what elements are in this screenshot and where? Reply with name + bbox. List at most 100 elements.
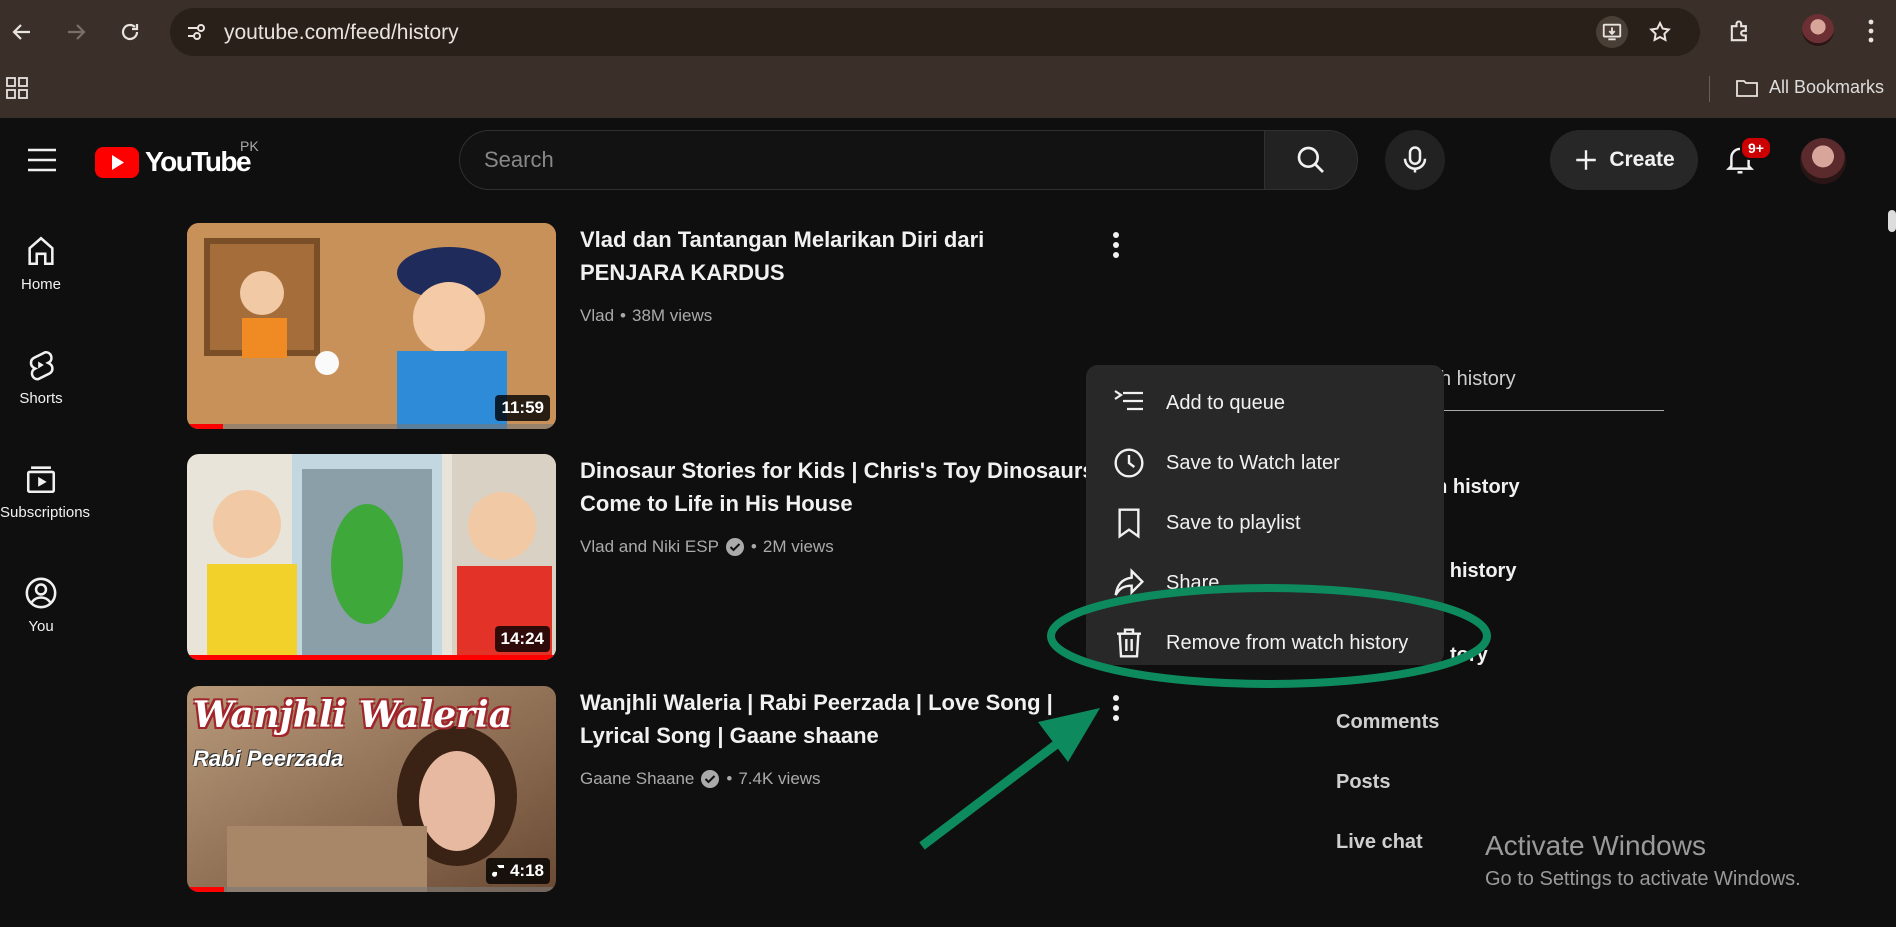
- hamburger-menu-icon[interactable]: [28, 148, 56, 172]
- menu-item-share[interactable]: Share: [1086, 553, 1444, 613]
- watch-progress-track: [187, 424, 556, 429]
- youtube-play-logo-icon: [95, 146, 139, 178]
- search-input[interactable]: [460, 131, 1265, 189]
- reload-button[interactable]: [112, 14, 148, 50]
- browser-profile-avatar[interactable]: [1802, 14, 1834, 46]
- account-avatar[interactable]: [1800, 138, 1846, 184]
- forward-arrow-icon: [68, 24, 86, 40]
- sidebar-item-you[interactable]: You: [0, 576, 82, 635]
- sidebar-label-subscriptions: Subscriptions: [0, 504, 91, 521]
- sidebar-label-shorts: Shorts: [19, 390, 63, 407]
- video-title-1-line1: Vlad dan Tantangan Melarikan Diri dari: [580, 227, 985, 252]
- pointer-arrow-shaft: [919, 736, 1065, 850]
- view-count: 7.4K views: [738, 769, 821, 788]
- sidebar-item-home[interactable]: Home: [0, 234, 82, 293]
- microphone-icon: [1403, 146, 1427, 173]
- apps-grid-icon[interactable]: [6, 77, 28, 99]
- bookmarks-separator: [1709, 76, 1710, 102]
- watch-progress-fill: [187, 424, 223, 429]
- create-label: Create: [1609, 148, 1675, 171]
- plus-icon: [1576, 150, 1597, 170]
- menu-item-save-to-watch-later[interactable]: Save to Watch later: [1086, 433, 1444, 493]
- url-text[interactable]: youtube.com/feed/history: [224, 21, 459, 45]
- view-count: 2M views: [762, 537, 834, 556]
- sidebar-item-subscriptions[interactable]: Subscriptions: [0, 462, 90, 521]
- video-title-3[interactable]: Wanjhli Waleria | Rabi Peerzada | Love S…: [580, 686, 1100, 752]
- thumbnail-subtitle-text: Rabi Peerzada: [193, 746, 344, 771]
- install-app-button[interactable]: [1596, 16, 1628, 48]
- right-panel-option-3[interactable]: tory: [1450, 644, 1488, 667]
- channel-name[interactable]: Vlad and Niki ESP: [580, 537, 719, 557]
- video-3-action-menu-button[interactable]: [1100, 690, 1132, 726]
- menu-label: Save to playlist: [1166, 511, 1301, 534]
- video-meta-3: Gaane Shaane • 7.4K views: [580, 769, 821, 789]
- video-title-3-line2: Lyrical Song | Gaane shaane: [580, 723, 879, 748]
- extensions-icon[interactable]: [1726, 18, 1754, 46]
- menu-item-save-to-playlist[interactable]: Save to playlist: [1086, 493, 1444, 553]
- right-panel-option-2[interactable]: h history: [1432, 560, 1516, 583]
- search-button[interactable]: [1264, 130, 1358, 190]
- back-button[interactable]: [4, 14, 40, 50]
- subscriptions-icon: [26, 466, 56, 494]
- video-title-1-line2: PENJARA KARDUS: [580, 260, 785, 285]
- thumbnail-title-text: Wanjhli Waleria: [193, 694, 513, 736]
- watch-progress-fill: [187, 655, 556, 660]
- clock-icon: [1114, 448, 1144, 478]
- video-duration: 11:59: [495, 395, 550, 421]
- reload-icon: [121, 23, 139, 41]
- bookmark-icon: [1118, 508, 1140, 539]
- menu-label: Remove from watch history: [1166, 631, 1409, 654]
- channel-name[interactable]: Vlad: [580, 306, 614, 326]
- page-scrollbar-thumb[interactable]: [1888, 210, 1896, 232]
- video-title-2[interactable]: Dinosaur Stories for Kids | Chris's Toy …: [580, 454, 1100, 520]
- all-bookmarks-button[interactable]: All Bookmarks: [1735, 77, 1884, 98]
- verified-badge-icon: [725, 538, 744, 556]
- video-thumbnail-3[interactable]: Wanjhli Waleria Rabi Peerzada 4:18: [187, 686, 556, 892]
- video-duration: 4:18: [509, 861, 544, 880]
- back-arrow-icon: [12, 24, 30, 40]
- video-context-menu: Add to queue Save to Watch later Save to…: [1086, 365, 1444, 665]
- video-title-1[interactable]: Vlad dan Tantangan Melarikan Diri dari P…: [580, 223, 1100, 289]
- view-count: 38M views: [631, 306, 713, 325]
- sidebar-item-shorts[interactable]: Shorts: [0, 348, 82, 407]
- search-icon: [1297, 146, 1324, 173]
- all-bookmarks-label: All Bookmarks: [1768, 77, 1884, 97]
- right-panel-live-chat[interactable]: Live chat: [1336, 831, 1423, 854]
- meta-dot: •: [726, 769, 733, 788]
- menu-item-remove-from-watch-history[interactable]: Remove from watch history: [1086, 613, 1444, 673]
- meta-dot: •: [620, 306, 626, 325]
- kebab-menu-icon: [1113, 232, 1119, 258]
- voice-search-button[interactable]: [1385, 130, 1445, 190]
- search-box[interactable]: [459, 130, 1265, 190]
- browser-menu-icon[interactable]: [1866, 18, 1876, 44]
- activate-windows-watermark: Activate Windows Go to Settings to activ…: [1485, 830, 1801, 891]
- bookmark-star-icon[interactable]: [1648, 20, 1672, 44]
- channel-name[interactable]: Gaane Shaane: [580, 769, 694, 789]
- video-title-2-line1: Dinosaur Stories for Kids | Chris's Toy …: [580, 458, 1095, 483]
- video-thumbnail-1[interactable]: 11:59: [187, 223, 556, 429]
- video-thumbnail-2[interactable]: 14:24: [187, 454, 556, 660]
- address-bar[interactable]: youtube.com/feed/history: [170, 8, 1700, 56]
- watch-progress-fill: [187, 887, 224, 892]
- kebab-menu-icon: [1113, 695, 1119, 721]
- watermark-title: Activate Windows: [1485, 830, 1706, 861]
- right-panel-comments[interactable]: Comments: [1336, 711, 1439, 734]
- menu-label: Save to Watch later: [1166, 451, 1340, 474]
- create-button[interactable]: Create: [1550, 130, 1698, 190]
- youtube-masthead: YouTube PK Create 9+: [0, 118, 1896, 204]
- menu-label: Share: [1166, 571, 1220, 594]
- video-title-3-line1: Wanjhli Waleria | Rabi Peerzada | Love S…: [580, 690, 1053, 715]
- folder-icon: [1736, 79, 1758, 97]
- menu-item-add-to-queue[interactable]: Add to queue: [1086, 373, 1444, 433]
- youtube-logo[interactable]: YouTube: [95, 146, 252, 178]
- forward-button[interactable]: [58, 14, 94, 50]
- right-panel-posts[interactable]: Posts: [1336, 771, 1390, 794]
- notifications-button[interactable]: 9+: [1712, 132, 1772, 188]
- queue-icon: [1114, 390, 1143, 411]
- watermark-subtitle: Go to Settings to activate Windows.: [1485, 868, 1801, 890]
- video-1-action-menu-button[interactable]: [1100, 227, 1132, 263]
- sidebar-label-you: You: [28, 618, 54, 635]
- site-settings-icon[interactable]: [184, 20, 208, 44]
- youtube-logo-text: YouTube: [145, 146, 252, 177]
- meta-dot: •: [750, 537, 757, 556]
